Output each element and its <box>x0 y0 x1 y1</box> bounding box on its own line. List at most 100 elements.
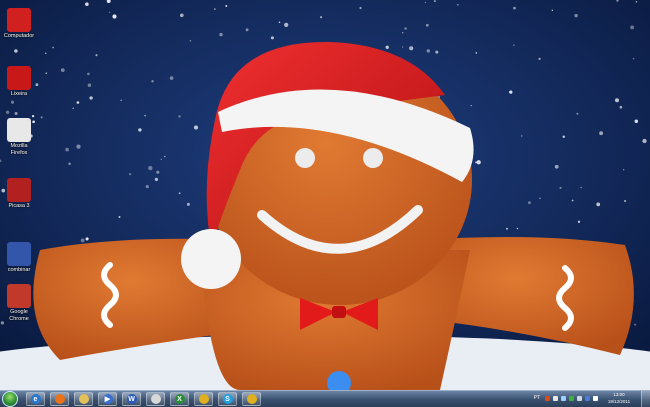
snowflake <box>571 199 574 202</box>
word-icon: W <box>126 394 137 404</box>
snowflake <box>576 112 579 115</box>
desktop-icon-firefox-candy-cane[interactable]: Mozilla Firefox <box>2 118 36 157</box>
desktop-icon-label: Lixeira <box>10 91 28 97</box>
snowflake <box>599 131 604 136</box>
snowflake <box>278 21 281 23</box>
snowflake <box>642 138 647 144</box>
snowflake <box>425 23 429 27</box>
tray-security-icon[interactable] <box>585 396 590 401</box>
snowflake <box>45 52 47 55</box>
taskbar-button-firefox[interactable] <box>50 392 69 406</box>
ie-icon: e <box>30 394 41 404</box>
taskbar-button-explorer[interactable] <box>74 392 93 406</box>
explorer-icon <box>78 394 89 404</box>
desktop-icon-recycle-bin[interactable]: Lixeira <box>2 66 36 98</box>
snowflake <box>245 28 249 32</box>
desktop-icon-label: Mozilla Firefox <box>10 143 28 156</box>
taskbar-button-chrome[interactable] <box>194 392 213 406</box>
firefox-candy-cane-icon <box>7 118 31 142</box>
desktop-icon-computer[interactable]: Computador <box>2 8 36 40</box>
snowflake <box>270 36 274 40</box>
snowflake <box>404 27 407 30</box>
snowflake <box>401 32 404 34</box>
snowflake <box>577 220 581 223</box>
snowflake <box>551 9 553 11</box>
snowflake <box>72 107 74 110</box>
tray-flag-icon[interactable] <box>545 396 550 401</box>
snowflake <box>154 177 159 182</box>
snowflake <box>10 100 15 104</box>
snowflake <box>623 199 627 203</box>
tray-network-icon[interactable] <box>561 396 566 401</box>
snowflake <box>186 202 190 206</box>
snowflake <box>160 158 162 161</box>
combinar-icon <box>7 242 31 266</box>
snowflake <box>193 125 199 130</box>
start-button[interactable] <box>2 391 18 407</box>
snowflake <box>509 90 513 94</box>
clock-date: 19/12/2011 <box>607 398 631 404</box>
snowflake <box>619 105 623 109</box>
snowflake <box>219 32 223 37</box>
snowflake <box>513 44 515 46</box>
desktop-icon-picasa[interactable]: Picasa 3 <box>2 178 36 210</box>
snowflake <box>45 72 48 75</box>
snowflake <box>189 40 192 42</box>
snowflake <box>118 216 121 218</box>
snowflake <box>562 135 566 138</box>
snowflake <box>539 197 541 199</box>
snowflake <box>635 0 638 3</box>
snowflake <box>457 3 459 6</box>
taskbar-button-media-player[interactable]: ▶ <box>98 392 117 406</box>
snowflake <box>151 80 154 83</box>
desktop-icon-gift-box[interactable]: Google Chrome <box>2 284 36 323</box>
taskbar-button-picasa[interactable] <box>146 392 165 406</box>
snowflake <box>225 4 228 8</box>
show-desktop-button[interactable] <box>641 391 650 407</box>
snowflake <box>80 238 85 243</box>
firefox-icon <box>54 394 65 404</box>
snowflake <box>89 96 93 100</box>
taskbar-button-excel[interactable]: X <box>170 392 189 406</box>
clock[interactable]: 13:00 19/12/2011 <box>604 392 634 405</box>
snowflake <box>95 54 98 57</box>
computer-icon <box>7 8 31 32</box>
snowflake <box>513 6 516 10</box>
snowflake <box>87 83 92 87</box>
tray-app-icon[interactable] <box>553 396 558 401</box>
snowflake <box>156 170 160 174</box>
snowflake <box>85 2 89 6</box>
snowflake <box>424 1 427 4</box>
snowflake <box>623 169 625 171</box>
snowflake <box>559 186 562 189</box>
media-player-icon: ▶ <box>102 394 113 404</box>
tray-volume-icon[interactable] <box>577 396 582 401</box>
snowflake <box>87 72 90 76</box>
snowflake <box>614 98 620 103</box>
snowflake <box>385 45 389 49</box>
taskbar-button-skype[interactable]: S <box>218 392 237 406</box>
snowflake <box>634 323 637 326</box>
snowflake <box>76 101 80 104</box>
taskbar-button-word[interactable]: W <box>122 392 141 406</box>
tray-power-icon[interactable] <box>593 396 598 401</box>
snowflake <box>76 144 81 149</box>
snowflake <box>506 227 508 230</box>
snowflake <box>179 13 184 18</box>
desktop-icon-combinar[interactable]: combinar <box>2 242 36 274</box>
snowflake <box>68 162 71 166</box>
desktop-icon-label: Computador <box>3 33 35 39</box>
snowflake <box>144 114 147 117</box>
snowflake <box>538 57 541 61</box>
chrome-icon <box>198 394 209 404</box>
taskbar-button-ie[interactable]: e <box>26 392 45 406</box>
tray-update-icon[interactable] <box>569 396 574 401</box>
snowflake <box>527 201 531 205</box>
desktop-icon-label: Google Chrome <box>9 309 29 322</box>
snowflake <box>475 52 478 54</box>
snowflake <box>596 202 601 207</box>
snowflake <box>129 173 132 176</box>
language-indicator[interactable]: PT <box>534 395 540 401</box>
taskbar-button-chrome-2[interactable] <box>242 392 261 406</box>
snowflake <box>634 119 639 123</box>
